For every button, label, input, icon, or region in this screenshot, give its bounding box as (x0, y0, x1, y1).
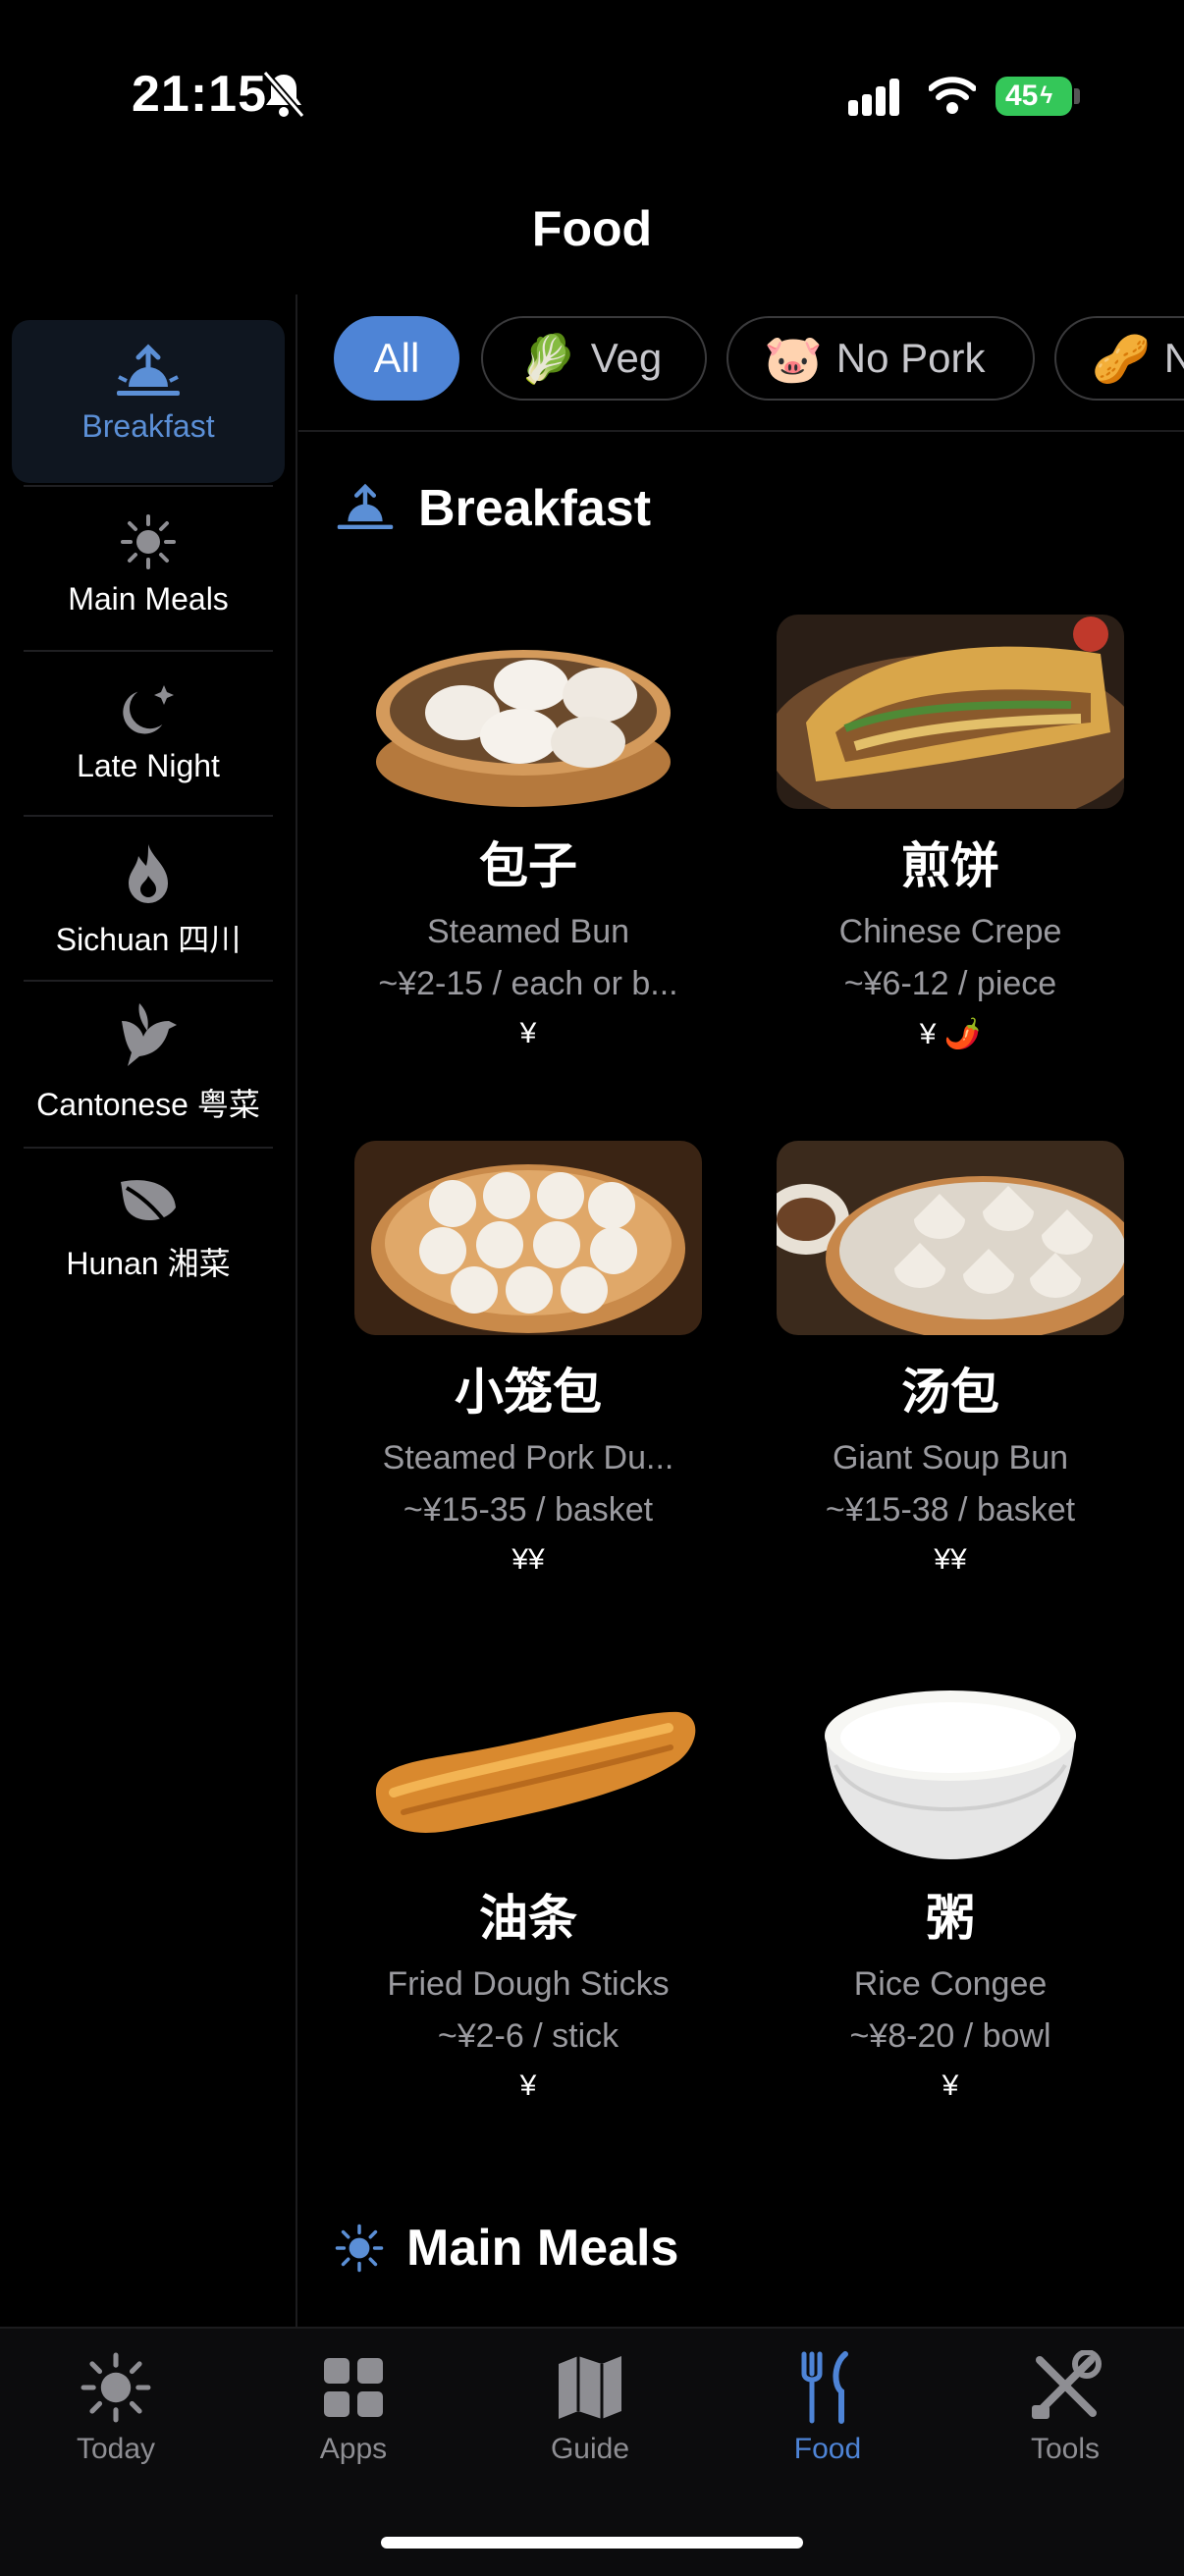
filter-chip-all[interactable]: All (334, 316, 459, 401)
steamed-buns-image (354, 615, 702, 809)
sidebar-item-label: Breakfast (81, 408, 215, 444)
battery-indicator: 45 ϟ (996, 77, 1072, 116)
sidebar-item-hunan[interactable]: Hunan 湘菜 (24, 1174, 273, 1284)
battery-tip (1074, 88, 1080, 104)
fork-knife-icon (801, 2351, 848, 2424)
section-title-main-meals: Main Meals (406, 2220, 679, 2277)
map-icon (559, 2356, 621, 2419)
sidebar-item-late-night[interactable]: Late Night (24, 679, 273, 784)
filter-chip-nuts[interactable]: 🥜 N (1054, 316, 1184, 401)
sun-icon (335, 2224, 384, 2273)
food-card[interactable]: 汤包 Giant Soup Bun ~¥15-38 / basket ¥¥ (764, 1141, 1137, 1577)
tab-guide[interactable]: Guide (492, 2350, 688, 2466)
flame-icon (129, 844, 168, 903)
food-card[interactable]: 煎饼 Chinese Crepe ~¥6-12 / piece ¥ 🌶️ (764, 615, 1137, 1051)
page-title: Food (531, 201, 653, 256)
sidebar-item-label: Main Meals (68, 581, 229, 617)
congee-image (777, 1667, 1124, 1861)
food-card[interactable]: 油条 Fried Dough Sticks ~¥2-6 / stick ¥ (342, 1667, 715, 2103)
sun-icon (121, 514, 176, 569)
peanut-icon: 🥜 (1092, 333, 1151, 386)
sidebar-item-cantonese[interactable]: Cantonese 粤菜 (24, 1001, 273, 1125)
grid-icon (324, 2358, 383, 2417)
tab-tools[interactable]: Tools (967, 2350, 1163, 2466)
filter-chips: All 🥬 Veg 🐷 No Pork 🥜 N (324, 316, 1184, 410)
sidebar-item-label: Cantonese 粤菜 (36, 1087, 260, 1122)
lettuce-icon: 🥬 (518, 333, 577, 386)
tab-today[interactable]: Today (18, 2350, 214, 2466)
pig-icon: 🐷 (764, 333, 823, 386)
food-card[interactable]: 小笼包 Steamed Pork Du... ~¥15-35 / basket … (342, 1141, 715, 1577)
filter-chip-veg[interactable]: 🥬 Veg (481, 316, 707, 401)
sidebar-item-main-meals[interactable]: Main Meals (24, 512, 273, 617)
tab-apps[interactable]: Apps (255, 2350, 452, 2466)
sidebar-item-label: Sichuan 四川 (55, 922, 242, 957)
bird-icon (122, 1003, 177, 1066)
sidebar-item-label: Late Night (77, 748, 220, 783)
food-card[interactable]: 包子 Steamed Bun ~¥2-15 / each or b... ¥ (342, 615, 715, 1050)
wifi-icon (929, 77, 976, 114)
sidebar-item-sichuan[interactable]: Sichuan 四川 (24, 842, 273, 960)
food-card[interactable]: 粥 Rice Congee ~¥8-20 / bowl ¥ (764, 1667, 1137, 2103)
section-title-breakfast: Breakfast (418, 480, 652, 537)
sunrise-icon (337, 483, 394, 530)
leaf-icon (121, 1180, 176, 1225)
xiaolongbao-image (354, 1141, 702, 1335)
chips-divider (298, 430, 1184, 432)
sun-icon (81, 2352, 151, 2423)
home-indicator (381, 2537, 803, 2549)
category-sidebar: Breakfast Main Meals Late Night Sichuan … (0, 295, 295, 2327)
sunrise-icon (117, 344, 180, 396)
moon-icon (123, 685, 174, 734)
tab-food[interactable]: Food (729, 2350, 926, 2466)
sidebar-divider (296, 295, 297, 2327)
chili-icon: 🌶️ (943, 1018, 982, 1050)
filter-chip-no-pork[interactable]: 🐷 No Pork (727, 316, 1035, 401)
youtiao-image (354, 1667, 702, 1861)
sidebar-item-breakfast[interactable]: Breakfast (12, 320, 285, 483)
tools-icon (1032, 2350, 1102, 2419)
bell-muted-icon (262, 70, 305, 119)
sidebar-item-label: Hunan 湘菜 (66, 1246, 231, 1281)
cellular-signal-icon (848, 79, 899, 116)
status-time: 21:15 (132, 66, 267, 123)
crepe-image (777, 615, 1124, 809)
soup-bun-image (777, 1141, 1124, 1335)
